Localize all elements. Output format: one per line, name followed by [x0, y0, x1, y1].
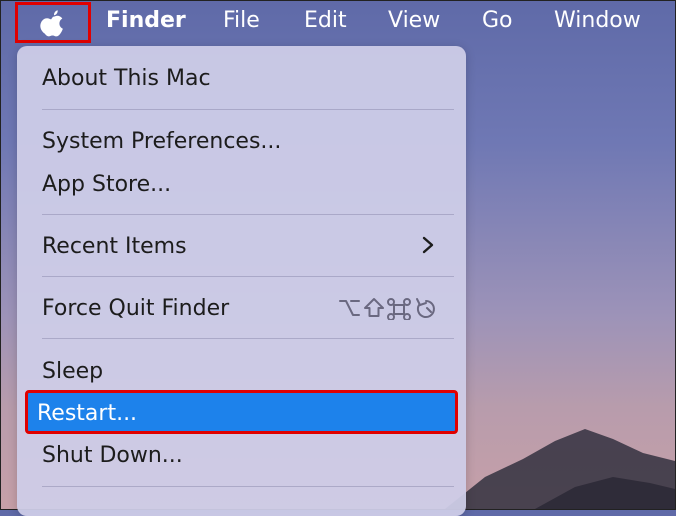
menu-item-about-this-mac[interactable]: About This Mac [42, 68, 211, 90]
menu-separator [42, 276, 454, 277]
apple-menu-dropdown: About This Mac System Preferences... App… [17, 46, 466, 516]
menu-item-system-preferences[interactable]: System Preferences... [42, 131, 281, 153]
menu-item-app-store[interactable]: App Store... [42, 174, 171, 196]
option-key-icon [339, 300, 360, 316]
menu-file[interactable]: File [223, 10, 260, 32]
menu-item-shut-down[interactable]: Shut Down... [42, 445, 183, 467]
apple-menu-button[interactable] [15, 2, 91, 43]
menu-item-restart-label: Restart... [37, 401, 138, 426]
apple-logo-icon [40, 9, 63, 36]
shift-key-icon [364, 298, 384, 317]
desktop-mountain [445, 429, 675, 509]
menu-view[interactable]: View [388, 10, 440, 32]
menu-edit[interactable]: Edit [304, 10, 347, 32]
menu-item-force-quit-finder[interactable]: Force Quit Finder [42, 298, 229, 320]
menu-separator [42, 486, 454, 487]
command-key-icon [387, 298, 411, 320]
menu-item-sleep[interactable]: Sleep [42, 361, 103, 383]
menu-item-restart[interactable]: Restart... [25, 390, 458, 434]
menu-finder[interactable]: Finder [106, 10, 186, 32]
menu-separator [42, 109, 454, 110]
menu-separator [42, 338, 454, 339]
menu-item-recent-items[interactable]: Recent Items [42, 236, 187, 258]
menu-go[interactable]: Go [482, 10, 513, 32]
menu-window[interactable]: Window [554, 10, 641, 32]
force-quit-shortcut [339, 298, 435, 320]
menu-separator [42, 214, 454, 215]
escape-key-icon [416, 298, 435, 318]
chevron-right-icon [422, 236, 434, 254]
menu-bar: Finder File Edit View Go Window [1, 1, 675, 45]
